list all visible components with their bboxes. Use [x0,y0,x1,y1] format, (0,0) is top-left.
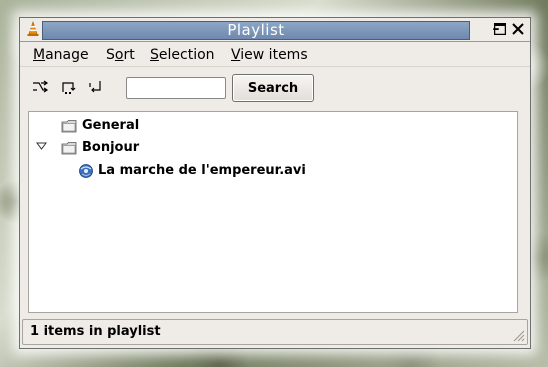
folder-open-icon [61,142,77,155]
tree-node-label: Bonjour [82,140,140,155]
status-bar: 1 items in playlist [22,319,528,345]
toolbar: Search [20,70,530,106]
expander-expanded-icon[interactable] [36,140,47,153]
menu-bar: Manage Sort Selection View items [20,42,530,67]
maximize-icon [494,23,506,35]
close-icon [512,23,524,35]
vlc-cone-icon[interactable] [26,21,40,37]
playlist-item-label: La marche de l'empereur.avi [98,163,306,178]
status-text: 1 items in playlist [30,324,161,339]
menu-view-items[interactable]: View items [231,47,308,63]
menu-manage[interactable]: Manage [33,47,89,63]
search-input[interactable] [126,77,226,99]
close-button[interactable] [510,21,526,37]
repeat-all-icon[interactable] [59,78,77,96]
media-file-icon [79,164,93,178]
playlist-tree[interactable]: General Bonjour La marche de l'empereur.… [28,111,518,313]
tree-node-label: General [82,118,140,133]
repeat-one-icon[interactable] [86,78,104,96]
menu-selection[interactable]: Selection [150,47,215,63]
playlist-window: Playlist – Manage Sort Selection View it… [19,17,531,349]
search-button[interactable]: Search [232,74,314,102]
menu-sort[interactable]: Sort [106,47,135,63]
maximize-button[interactable] [492,21,508,37]
window-title: Playlist [42,21,470,40]
title-bar[interactable]: Playlist – [20,18,530,42]
resize-grip-icon[interactable] [511,328,525,342]
shuffle-icon[interactable] [31,78,49,96]
folder-icon [61,120,77,133]
